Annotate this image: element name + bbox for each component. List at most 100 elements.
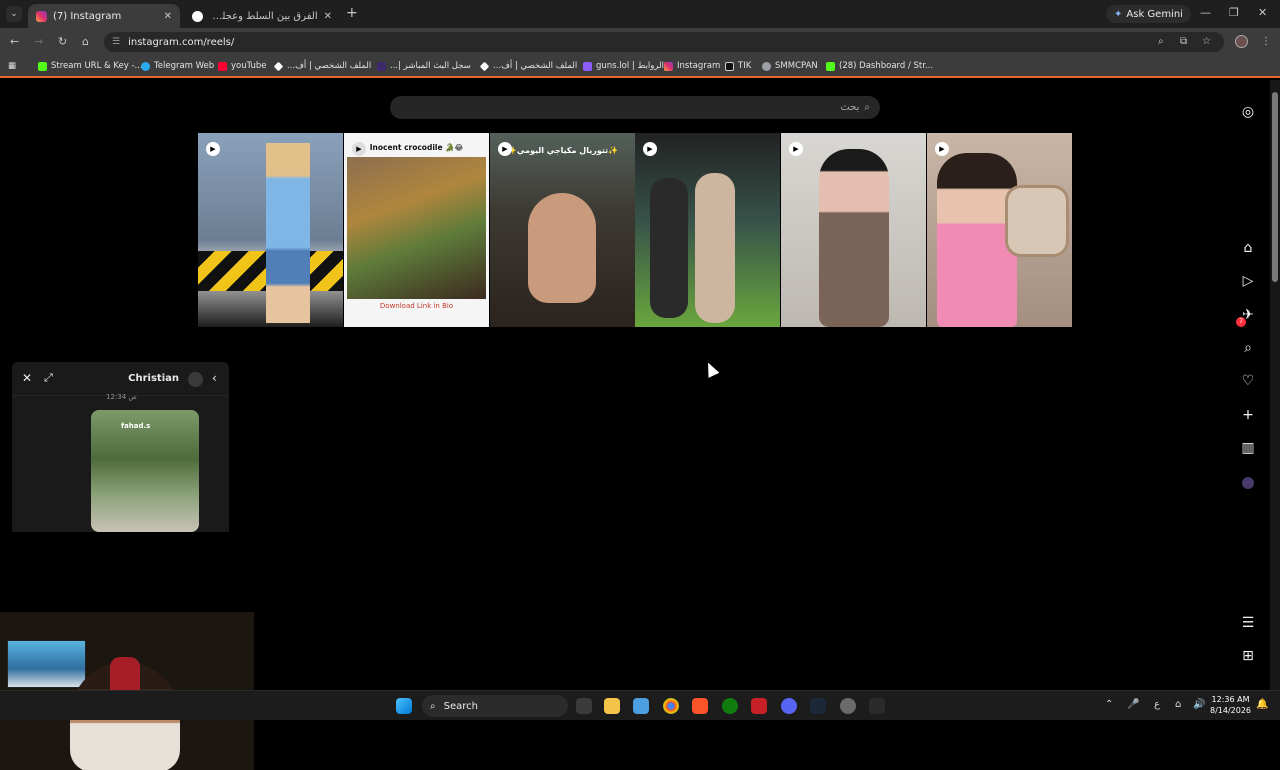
bookmark-label: youTube <box>231 61 267 71</box>
bookmark-item[interactable]: الملف الشخصي | أف... <box>273 61 371 71</box>
back-icon[interactable]: ← <box>10 35 19 48</box>
app-icon[interactable] <box>840 698 856 714</box>
bookmark-item[interactable]: (28) Dashboard / Str... <box>826 61 933 71</box>
close-window-icon[interactable]: ✕ <box>1258 6 1267 19</box>
tab-google-search[interactable]: الفرق بين السلط وعجلون - بحث ✕ <box>184 4 340 28</box>
new-tab-icon[interactable]: + <box>346 5 358 21</box>
google-icon <box>192 10 203 22</box>
reload-icon[interactable]: ↻ <box>58 35 67 48</box>
brave-icon[interactable] <box>692 698 708 714</box>
epic-games-icon[interactable] <box>869 698 885 714</box>
clock-time: 12:36 AM <box>1211 695 1250 704</box>
volume-icon[interactable]: 🔊 <box>1193 699 1205 710</box>
tiktok-diamond-icon <box>273 61 284 71</box>
close-tab-icon[interactable]: ✕ <box>324 11 332 22</box>
expand-icon[interactable]: ⤢ <box>44 371 53 385</box>
windows-start-icon[interactable] <box>396 698 412 714</box>
tab-title: الفرق بين السلط وعجلون - بحث <box>209 10 318 22</box>
reel-tile[interactable]: ✨تتوريال مكياجي اليومي✨ ▶ <box>490 133 635 327</box>
bookmark-star-icon[interactable]: ☆ <box>1202 36 1211 47</box>
menu-dots-icon[interactable]: ⋮ <box>1261 36 1271 47</box>
discord-icon[interactable] <box>781 698 797 714</box>
bookmark-item[interactable]: سجل البث المباشر |... <box>377 61 471 71</box>
taskbar-search[interactable]: ⌕ Search <box>422 695 568 717</box>
site-info-icon[interactable]: ☰ <box>112 37 120 47</box>
tiktok-icon <box>725 61 734 71</box>
bookmark-item[interactable]: الملف الشخصي | أف... <box>479 61 577 71</box>
bookmark-item[interactable]: Stream URL & Key -... <box>38 61 143 71</box>
search-icon[interactable]: ⌕ <box>1240 340 1256 356</box>
tab-search-button[interactable]: ⌄ <box>6 6 22 22</box>
reel-tile[interactable]: ▶ <box>781 133 926 327</box>
scrollbar-thumb[interactable] <box>1272 92 1278 282</box>
tab-instagram[interactable]: (7) Instagram ✕ <box>28 4 180 28</box>
bookmark-item[interactable]: youTube <box>218 61 267 71</box>
reel-tile[interactable]: Inocent crocodile 🐊😂 Download Link in Bi… <box>344 133 489 327</box>
dashboard-icon[interactable]: ▥ <box>1240 440 1256 456</box>
bookmark-item[interactable]: Instagram <box>664 61 720 71</box>
xbox-icon[interactable] <box>722 698 738 714</box>
bookmark-item[interactable]: TIK <box>725 61 751 71</box>
network-icon[interactable]: ⌂ <box>1175 699 1181 710</box>
reel-thumbnail <box>266 143 310 323</box>
bookmark-item[interactable]: guns.lol | الروابط <box>583 61 664 71</box>
zoom-icon[interactable]: ⌕ <box>1158 36 1164 47</box>
bookmark-item[interactable]: SMMCPAN <box>762 61 818 71</box>
instagram-icon <box>36 10 47 22</box>
kick-icon <box>38 61 47 71</box>
reel-tile[interactable]: ▶ <box>927 133 1072 327</box>
message-timestamp: 12:34 ص <box>106 393 137 401</box>
bookmarks-bar: ▦ Stream URL & Key -... Telegram Web you… <box>0 56 1280 78</box>
search-input[interactable]: بحث ⌕ <box>390 96 880 119</box>
steam-icon[interactable] <box>810 698 826 714</box>
bookmark-label: Instagram <box>677 61 721 71</box>
home-icon[interactable]: ⌂ <box>1240 240 1256 256</box>
chevron-up-icon[interactable]: ⌃ <box>1105 699 1113 710</box>
reel-thumbnail <box>347 157 486 299</box>
profile-avatar[interactable] <box>1242 477 1254 489</box>
more-menu-icon[interactable]: ☰ <box>1240 615 1256 631</box>
also-from-meta-icon[interactable]: ⊞ <box>1240 648 1256 664</box>
avatar <box>188 372 203 387</box>
shared-reel-message[interactable]: fahad.s <box>91 410 199 532</box>
chevron-left-icon[interactable]: ‹ <box>212 371 217 385</box>
task-view-icon[interactable] <box>576 698 592 714</box>
ask-gemini-button[interactable]: ✦ Ask Gemini <box>1106 5 1191 23</box>
chat-popup: ✕ ⤢ Christian ‹ 12:34 ص fahad.s <box>12 362 229 532</box>
address-bar[interactable]: ☰ instagram.com/reels/ <box>104 32 1224 52</box>
chat-header: ✕ ⤢ Christian ‹ <box>12 362 229 396</box>
reel-tile[interactable]: ▶ <box>635 133 780 327</box>
microphone-icon[interactable]: 🎤 <box>1127 699 1139 710</box>
instagram-logo-icon[interactable]: ◎ <box>1240 104 1256 120</box>
store-icon[interactable] <box>633 698 649 714</box>
reel-tile[interactable]: ▶ <box>198 133 343 327</box>
notification-bell-icon[interactable]: 🔔 <box>1256 699 1268 710</box>
minimize-icon[interactable]: — <box>1200 6 1211 19</box>
close-tab-icon[interactable]: ✕ <box>164 11 172 22</box>
reel-thumbnail <box>528 193 596 303</box>
bookmark-label: (28) Dashboard / Str... <box>839 61 934 71</box>
forward-icon[interactable]: → <box>34 35 43 48</box>
create-plus-icon[interactable]: + <box>1240 407 1256 423</box>
input-language[interactable]: ع <box>1154 699 1160 710</box>
monitor-image <box>7 640 86 688</box>
bookmark-item[interactable]: Telegram Web <box>141 61 214 71</box>
profile-avatar[interactable] <box>1235 35 1248 48</box>
system-clock[interactable]: 12:36 AM 8/14/2026 <box>1210 694 1251 716</box>
chat-contact-name: Christian <box>128 373 179 384</box>
file-explorer-icon[interactable] <box>604 698 620 714</box>
home-icon[interactable]: ⌂ <box>82 35 89 48</box>
restore-icon[interactable]: ❐ <box>1229 6 1239 19</box>
chrome-icon[interactable] <box>663 698 679 714</box>
instagram-icon <box>664 61 673 71</box>
reels-icon[interactable]: ▷ <box>1240 273 1256 289</box>
install-app-icon[interactable]: ⧉ <box>1180 36 1187 47</box>
clock-date: 8/14/2026 <box>1210 706 1252 715</box>
apps-grid-icon[interactable]: ▦ <box>8 61 16 71</box>
heart-icon[interactable]: ♡ <box>1240 373 1256 389</box>
reel-play-icon: ▶ <box>206 142 220 156</box>
screen-record-icon[interactable] <box>751 698 767 714</box>
close-icon[interactable]: ✕ <box>22 371 32 385</box>
reel-thumbnail <box>650 178 688 318</box>
reel-footer-text: Download Link in Bio <box>379 302 454 310</box>
